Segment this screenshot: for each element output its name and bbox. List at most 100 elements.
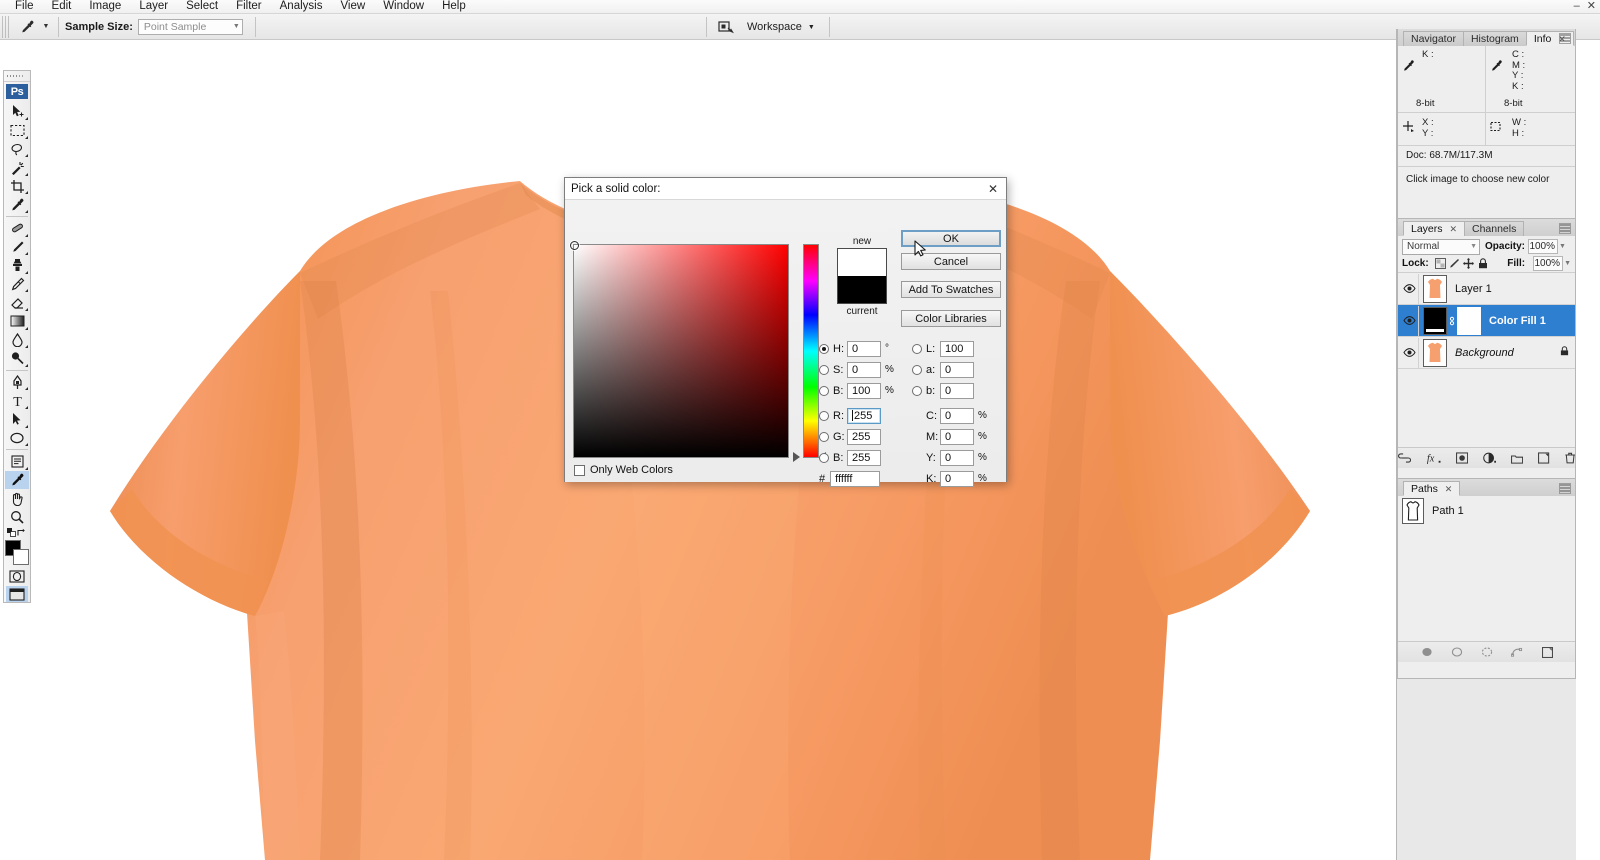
notes-tool[interactable] <box>5 452 29 471</box>
tab-navigator[interactable]: Navigator <box>1403 31 1464 46</box>
lock-all-icon[interactable] <box>1476 257 1490 271</box>
red-input[interactable]: 255 <box>847 407 881 424</box>
tab-paths[interactable]: Paths ✕ <box>1403 481 1461 496</box>
options-bar-grip[interactable] <box>2 15 11 38</box>
lasso-tool[interactable] <box>5 140 29 159</box>
minimize-icon[interactable]: – <box>1574 1 1580 12</box>
menu-item-image[interactable]: Image <box>80 0 130 13</box>
hex-input[interactable]: ffffff <box>830 470 881 487</box>
type-tool[interactable]: T <box>5 391 29 410</box>
adjustment-layer-icon[interactable] <box>1483 452 1497 464</box>
layer-row-layer-1[interactable]: Layer 1 <box>1398 273 1575 305</box>
menu-item-file[interactable]: File <box>6 0 43 13</box>
tool-preset-chevron-down-icon[interactable]: ▼ <box>40 16 52 38</box>
dodge-tool[interactable] <box>5 349 29 368</box>
opacity-field[interactable]: 100% <box>1528 239 1559 254</box>
saturation-input[interactable]: 0 <box>847 361 881 378</box>
path-selection-tool[interactable] <box>5 410 29 429</box>
healing-brush-tool[interactable] <box>5 219 29 238</box>
radio-green[interactable] <box>819 431 829 442</box>
radio-lightness[interactable] <box>912 343 922 354</box>
menu-item-select[interactable]: Select <box>177 0 227 13</box>
blur-tool[interactable] <box>5 331 29 350</box>
layer-visibility-toggle[interactable] <box>1400 273 1419 304</box>
menu-item-help[interactable]: Help <box>433 0 475 13</box>
eyedropper-tool[interactable] <box>5 470 29 490</box>
pen-tool[interactable] <box>5 373 29 392</box>
eraser-tool[interactable] <box>5 293 29 312</box>
cyan-input[interactable]: 0 <box>940 407 974 424</box>
radio-lab-a[interactable] <box>912 364 922 375</box>
background-color-swatch[interactable] <box>13 549 29 566</box>
layer-row-background[interactable]: Background <box>1398 337 1575 369</box>
layer-thumbnail[interactable] <box>1423 274 1447 303</box>
new-layer-icon[interactable] <box>1538 452 1550 464</box>
toolbar-grip[interactable] <box>4 71 30 82</box>
delete-layer-icon[interactable] <box>1565 452 1575 464</box>
dialog-title-bar[interactable]: Pick a solid color: ✕ <box>565 178 1006 200</box>
swap-colors-icon[interactable] <box>17 528 27 537</box>
chevron-down-icon[interactable]: ▼ <box>1559 243 1566 250</box>
link-mask-icon[interactable] <box>1448 310 1456 332</box>
eyedropper-icon[interactable] <box>14 16 40 38</box>
layer-visibility-toggle[interactable] <box>1400 305 1419 336</box>
panel-menu-icon[interactable] <box>1559 483 1571 494</box>
green-input[interactable]: 255 <box>847 428 881 445</box>
menu-item-layer[interactable]: Layer <box>130 0 177 13</box>
rectangular-marquee-tool[interactable] <box>5 121 29 140</box>
hue-slider[interactable] <box>803 244 819 458</box>
lab-a-input[interactable]: 0 <box>940 361 974 378</box>
fill-path-icon[interactable] <box>1421 647 1433 657</box>
checkbox-box[interactable] <box>574 464 585 476</box>
fill-field[interactable]: 100% <box>1533 256 1564 271</box>
saturation-brightness-field[interactable] <box>570 241 789 458</box>
menu-item-window[interactable]: Window <box>374 0 433 13</box>
layer-visibility-toggle[interactable] <box>1400 337 1419 368</box>
close-icon[interactable]: ✕ <box>984 180 1002 198</box>
screen-mode-button[interactable] <box>6 586 28 602</box>
lock-transparent-pixels-icon[interactable] <box>1434 257 1448 271</box>
panel-menu-icon[interactable] <box>1559 223 1571 234</box>
selection-to-path-icon[interactable] <box>1510 647 1524 657</box>
link-layers-icon[interactable] <box>1398 453 1412 463</box>
new-path-icon[interactable] <box>1541 646 1553 658</box>
close-icon[interactable]: ✕ <box>1587 1 1596 12</box>
gradient-tool[interactable] <box>5 312 29 331</box>
path-row-path-1[interactable]: Path 1 <box>1398 496 1575 526</box>
blue-input[interactable]: 255 <box>847 449 881 466</box>
lock-image-pixels-icon[interactable] <box>1448 257 1462 271</box>
black-input[interactable]: 0 <box>940 470 974 487</box>
crop-tool[interactable] <box>5 177 29 196</box>
radio-saturation[interactable] <box>819 364 829 375</box>
ellipse-shape-tool[interactable] <box>5 429 29 448</box>
brush-tool[interactable] <box>5 238 29 257</box>
color-libraries-button[interactable]: Color Libraries <box>901 310 1001 327</box>
chevron-down-icon[interactable]: ▼ <box>1564 260 1571 267</box>
layer-style-icon[interactable]: fx <box>1426 452 1441 464</box>
radio-blue[interactable] <box>819 452 829 463</box>
radio-red[interactable] <box>819 410 829 421</box>
radio-brightness[interactable] <box>819 385 829 396</box>
layer-fill-thumbnail[interactable] <box>1423 306 1447 335</box>
panel-menu-icon[interactable] <box>1559 33 1571 44</box>
path-thumbnail[interactable] <box>1402 498 1424 524</box>
eyedropper-tool-top[interactable] <box>5 195 29 214</box>
layer-row-color-fill-1[interactable]: Color Fill 1 <box>1398 305 1575 337</box>
hue-slider-marker-left[interactable] <box>793 452 800 462</box>
move-tool[interactable] <box>5 102 29 121</box>
bridge-icon[interactable] <box>713 16 739 38</box>
path-as-selection-icon[interactable] <box>1481 647 1493 657</box>
tab-layers[interactable]: Layers ✕ <box>1403 221 1465 236</box>
lightness-input[interactable]: 100 <box>940 340 974 357</box>
clone-stamp-tool[interactable] <box>5 256 29 275</box>
layer-thumbnail[interactable] <box>1423 338 1447 367</box>
tab-channels[interactable]: Channels <box>1463 221 1525 236</box>
workspace-button[interactable]: Workspace ▼ <box>739 16 823 38</box>
layer-mask-icon[interactable] <box>1456 452 1469 464</box>
new-group-icon[interactable] <box>1511 453 1524 464</box>
zoom-tool[interactable] <box>5 508 29 527</box>
layer-mask-thumbnail[interactable] <box>1457 306 1481 335</box>
sample-size-select[interactable]: Point Sample ▼ <box>137 18 243 35</box>
radio-hue[interactable] <box>819 343 829 354</box>
add-to-swatches-button[interactable]: Add To Swatches <box>901 281 1001 298</box>
